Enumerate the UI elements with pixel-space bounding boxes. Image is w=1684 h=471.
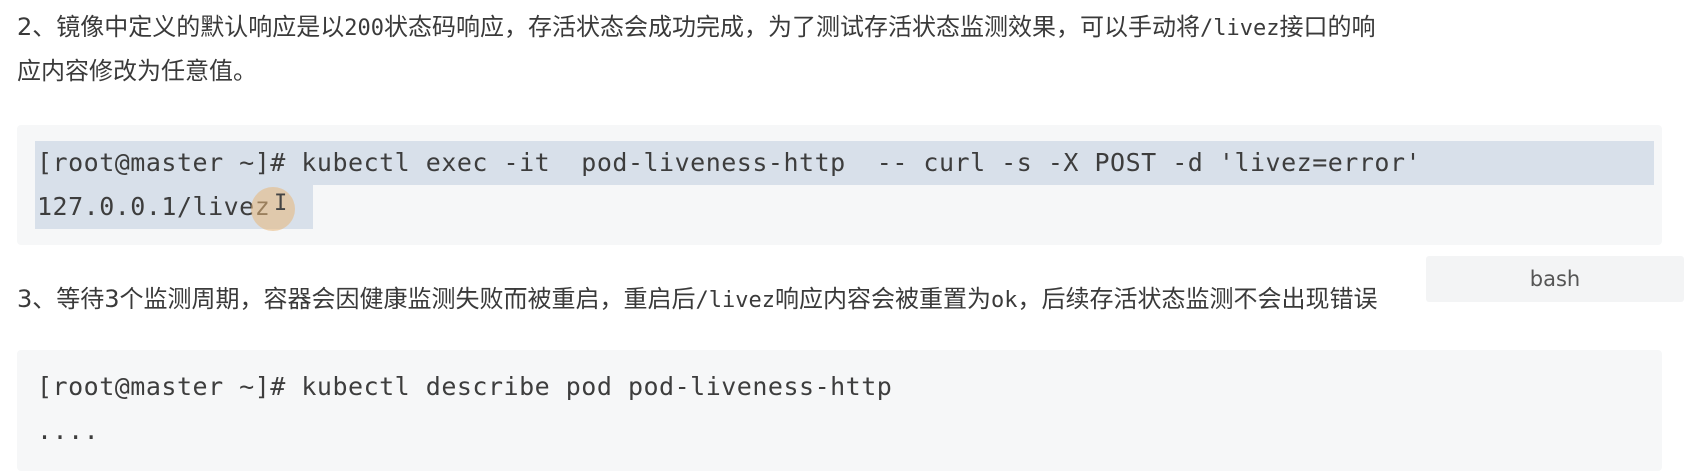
step-2-text-mid: 状态码响应，存活状态会成功完成，为了测试存活状态监测效果，可以手动将	[384, 13, 1201, 41]
step-2-paragraph-line-2: 应内容修改为任意值。	[17, 48, 257, 94]
step-2-status-code: 200	[344, 16, 385, 41]
step-2-livez-path: /livez	[1200, 16, 1280, 41]
step-2-paragraph: 2、镜像中定义的默认响应是以200状态码响应，存活状态会成功完成，为了测试存活状…	[17, 4, 1376, 52]
text-cursor-icon: I	[274, 191, 288, 216]
code-block-exec[interactable]: [root@master ~]# kubectl exec -it pod-li…	[17, 125, 1662, 245]
code-line-describe-1[interactable]: [root@master ~]# kubectl describe pod po…	[37, 365, 892, 409]
step-3-text-mid: 响应内容会被重置为	[775, 285, 992, 313]
step-3-paragraph: 3、等待3个监测周期，容器会因健康监测失败而被重启，重启后/livez响应内容会…	[17, 276, 1417, 324]
code-line-exec-2[interactable]: 127.0.0.1/livez	[37, 185, 270, 229]
step-2-text-prefix: 2、镜像中定义的默认响应是以	[17, 13, 345, 41]
code-line-describe-2[interactable]: ....	[37, 409, 99, 453]
code-language-badge[interactable]: bash	[1426, 256, 1684, 302]
step-3-text-suffix: ，后续存活状态监测不会出现错误	[1017, 285, 1378, 313]
step-2-text-suffix: 接口的响	[1279, 13, 1376, 41]
step-3-livez-path: /livez	[695, 288, 776, 313]
mouse-cursor-highlight	[251, 187, 295, 231]
code-line-exec-1[interactable]: [root@master ~]# kubectl exec -it pod-li…	[37, 141, 1421, 185]
step-3-ok: ok	[991, 288, 1018, 313]
code-block-describe[interactable]: [root@master ~]# kubectl describe pod po…	[17, 350, 1662, 471]
step-3-text-prefix: 3、等待3个监测周期，容器会因健康监测失败而被重启，重启后	[17, 285, 696, 313]
step-2-text-line-2: 应内容修改为任意值。	[17, 57, 257, 85]
